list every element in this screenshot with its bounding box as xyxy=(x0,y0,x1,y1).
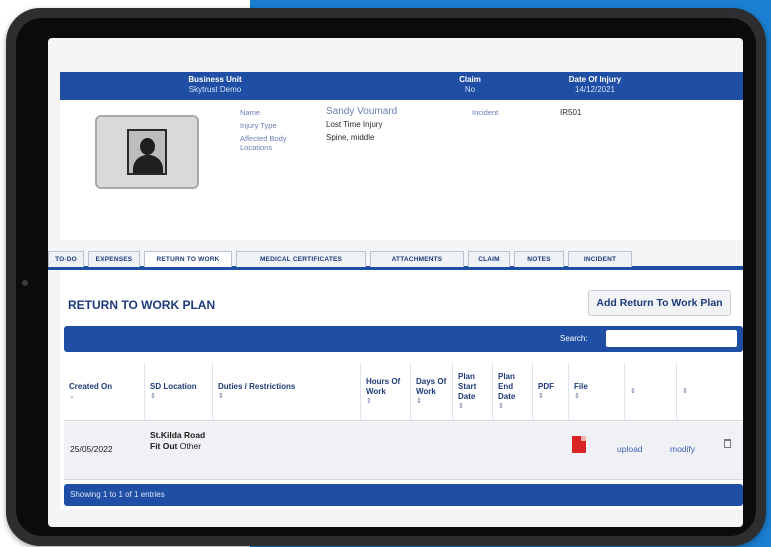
table-toolbar: Search: xyxy=(64,326,743,352)
return-to-work-panel: RETURN TO WORK PLAN Add Return To Work P… xyxy=(60,270,743,510)
search-input[interactable] xyxy=(606,330,737,347)
column-duties-restrictions[interactable]: Duties / Restrictions ⇕ xyxy=(212,363,360,421)
sort-icon: ⇕ xyxy=(538,393,544,400)
column-days-of-work[interactable]: Days Of Work ⇕ xyxy=(410,363,452,421)
pdf-icon[interactable] xyxy=(572,436,586,453)
avatar xyxy=(95,115,199,189)
incident-label: Incident xyxy=(472,108,499,117)
column-plan-end-date[interactable]: Plan End Date ⇕ xyxy=(492,363,532,421)
created-on-cell: 25/05/2022 xyxy=(70,444,113,454)
tab-incident[interactable]: INCIDENT xyxy=(568,251,632,267)
sort-icon: ⇕ xyxy=(458,403,464,410)
injury-type-value: Lost Time Injury xyxy=(326,120,383,129)
tab-attachments[interactable]: ATTACHMENTS xyxy=(370,251,464,267)
add-return-to-work-plan-button[interactable]: Add Return To Work Plan xyxy=(588,290,731,316)
tab-expenses[interactable]: EXPENSES xyxy=(88,251,140,267)
app-screen: Business Unit Skytrust Demo Claim No Dat… xyxy=(48,38,743,527)
search-label: Search: xyxy=(560,334,588,343)
claim-header-bar: Business Unit Skytrust Demo Claim No Dat… xyxy=(60,72,743,100)
incident-value: IR501 xyxy=(560,108,582,117)
table-header: Created On ⌄ SD Location ⇕ Duties / Rest… xyxy=(64,363,743,421)
column-unnamed-1[interactable]: ⇕ xyxy=(624,363,676,421)
column-unnamed-2[interactable]: ⇕ xyxy=(676,363,736,421)
sd-location-cell: St.Kilda Road Fit Out Other xyxy=(150,430,210,452)
entries-summary: Showing 1 to 1 of 1 entries xyxy=(70,490,165,499)
sort-icon: ⇕ xyxy=(150,393,156,400)
table-row: 25/05/2022 St.Kilda Road Fit Out Other u… xyxy=(64,422,743,480)
tab-notes[interactable]: NOTES xyxy=(514,251,564,267)
tab-claim[interactable]: CLAIM xyxy=(468,251,510,267)
camera-dot xyxy=(22,280,28,286)
affected-body-label: Affected Body Locations xyxy=(240,134,287,152)
business-unit-value: Skytrust Demo xyxy=(188,85,242,94)
sort-icon: ⇕ xyxy=(366,398,372,405)
claim-tabs: TO-DO EXPENSES RETURN TO WORK MEDICAL CE… xyxy=(48,251,743,270)
affected-body-value: Spine, middle xyxy=(326,133,375,142)
business-unit-cell: Business Unit Skytrust Demo xyxy=(170,75,260,95)
name-value: Sandy Voumard xyxy=(326,106,398,117)
avatar-placeholder-icon xyxy=(127,129,167,175)
tab-to-do[interactable]: TO-DO xyxy=(48,251,84,267)
injury-type-label: Injury Type xyxy=(240,121,277,130)
tab-return-to-work[interactable]: RETURN TO WORK xyxy=(144,251,232,267)
sort-icon: ⇕ xyxy=(630,388,636,395)
claim-cell: Claim No xyxy=(445,75,495,95)
date-of-injury-label: Date Of Injury xyxy=(568,75,622,84)
upload-link[interactable]: upload xyxy=(617,444,643,455)
marketing-stage: Business Unit Skytrust Demo Claim No Dat… xyxy=(0,0,771,547)
column-plan-start-date[interactable]: Plan Start Date ⇕ xyxy=(452,363,492,421)
sort-icon: ⇕ xyxy=(218,393,224,400)
tablet-frame: Business Unit Skytrust Demo Claim No Dat… xyxy=(6,8,766,546)
tab-medical-certificates[interactable]: MEDICAL CERTIFICATES xyxy=(236,251,366,267)
avatar-head-shape xyxy=(140,138,155,155)
sort-icon: ⇕ xyxy=(682,388,688,395)
column-created-on[interactable]: Created On ⌄ xyxy=(64,363,144,421)
name-label: Name xyxy=(240,108,261,117)
sort-desc-icon: ⌄ xyxy=(69,393,75,400)
column-hours-of-work[interactable]: Hours Of Work ⇕ xyxy=(360,363,410,421)
column-pdf[interactable]: PDF ⇕ xyxy=(532,363,568,421)
sort-icon: ⇕ xyxy=(574,393,580,400)
modify-link[interactable]: modify xyxy=(670,444,695,455)
panel-title: RETURN TO WORK PLAN xyxy=(68,298,216,312)
avatar-body-shape xyxy=(133,155,163,173)
claim-value: No xyxy=(464,85,476,94)
column-file[interactable]: File ⇕ xyxy=(568,363,624,421)
column-sd-location[interactable]: SD Location ⇕ xyxy=(144,363,212,421)
worker-profile: Name Sandy Voumard Incident IR501 Injury… xyxy=(60,100,743,240)
sort-icon: ⇕ xyxy=(498,403,504,410)
sd-location-type: Other xyxy=(179,441,202,451)
table-footer: Showing 1 to 1 of 1 entries xyxy=(64,484,743,506)
trash-icon[interactable] xyxy=(724,439,731,448)
business-unit-label: Business Unit xyxy=(188,75,242,84)
date-of-injury-cell: Date Of Injury 14/12/2021 xyxy=(550,75,640,95)
date-of-injury-value: 14/12/2021 xyxy=(574,85,616,94)
sort-icon: ⇕ xyxy=(416,398,422,405)
claim-label: Claim xyxy=(459,75,481,84)
